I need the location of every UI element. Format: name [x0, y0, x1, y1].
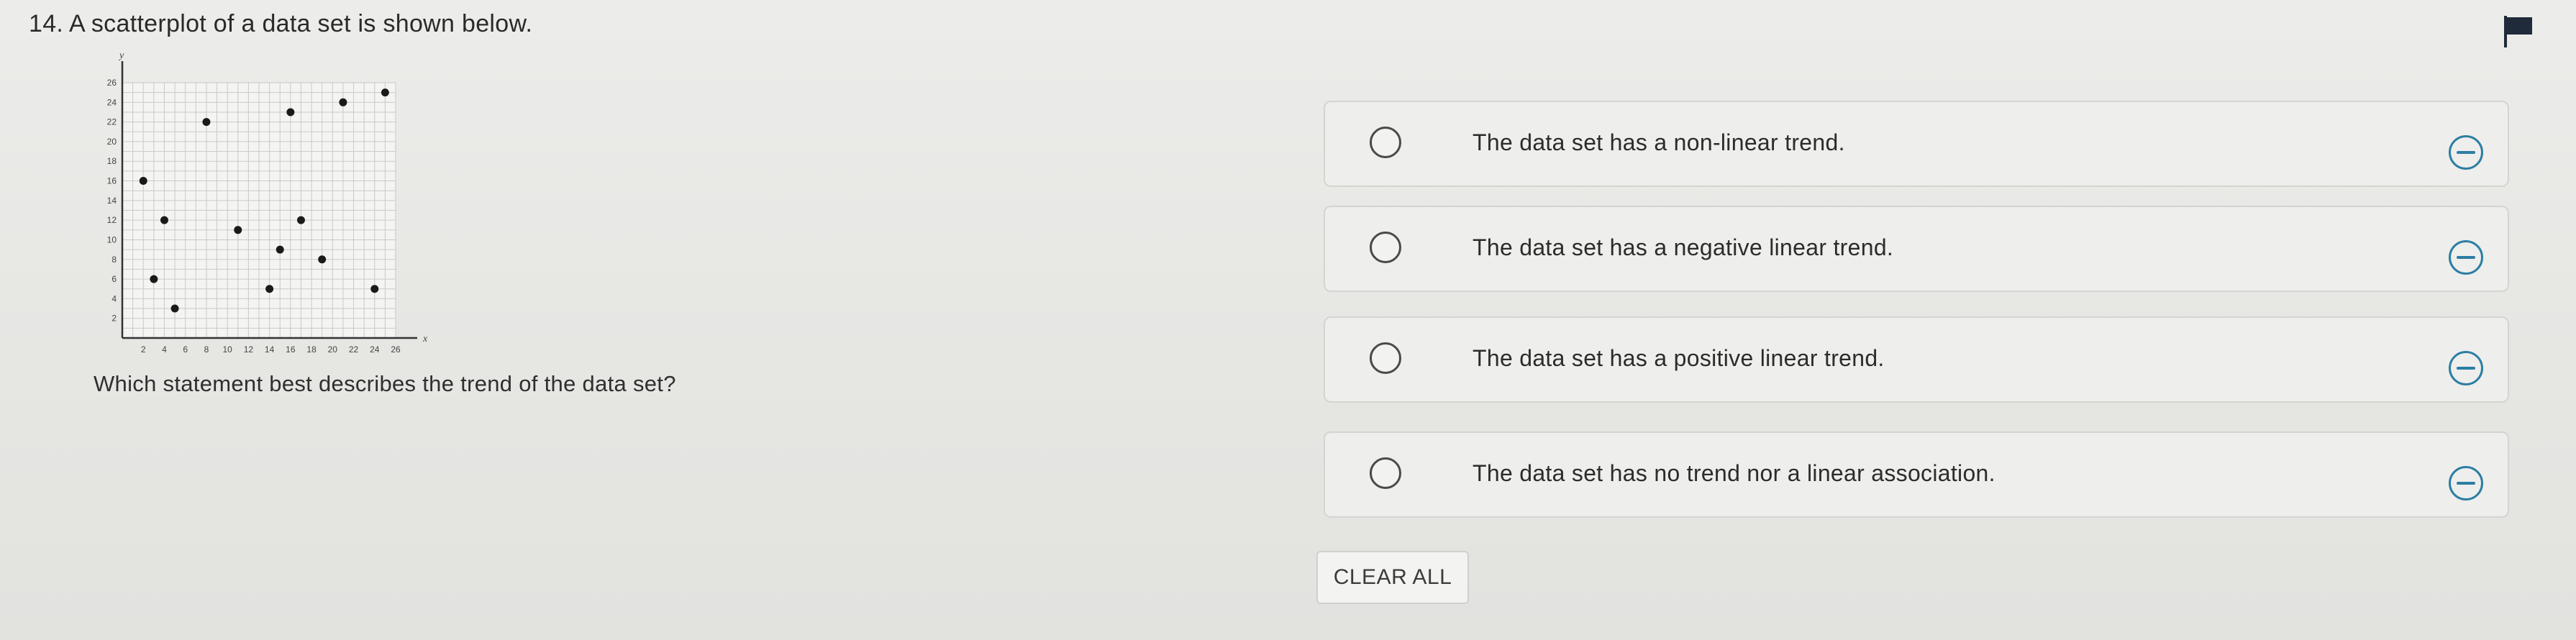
- x-tick-label: 14: [265, 344, 275, 355]
- x-tick-label: 26: [391, 344, 401, 355]
- data-point: [276, 245, 284, 254]
- y-tick-label: 26: [107, 78, 117, 88]
- x-tick-label: 20: [328, 344, 338, 355]
- scatterplot: 2 4 6 8 10 12 14 16 18 20 22 24 26 2 4 6 8 10 12 14 16 18 20 22…: [58, 50, 432, 360]
- x-axis-label: x: [422, 334, 428, 344]
- y-tick-label: 14: [107, 196, 117, 206]
- x-tick-label: 24: [370, 344, 380, 355]
- scatterplot-svg: 2 4 6 8 10 12 14 16 18 20 22 24 26246810121416182022…: [107, 50, 428, 355]
- y-tick-label: 12: [107, 215, 117, 225]
- choice-label: The data set has a non-linear trend.: [1473, 129, 1845, 155]
- data-point: [296, 216, 305, 224]
- choice-label: The data set has a positive linear trend…: [1473, 345, 1885, 371]
- data-point: [202, 118, 211, 127]
- y-tick-label: 6: [111, 274, 117, 284]
- y-tick-label: 2: [111, 314, 117, 324]
- radio-icon[interactable]: [1370, 127, 1401, 158]
- x-tick-label: 2: [141, 344, 146, 355]
- choice-label: The data set has a negative linear trend…: [1473, 234, 1894, 260]
- eliminate-icon[interactable]: [2449, 240, 2483, 275]
- data-point: [170, 304, 179, 313]
- radio-icon[interactable]: [1370, 457, 1401, 489]
- data-point: [370, 285, 379, 293]
- clear-all-button[interactable]: CLEAR ALL: [1316, 551, 1469, 604]
- x-tick-label: 4: [162, 344, 167, 355]
- x-tick-label: 12: [244, 344, 254, 355]
- choice-label: The data set has no trend nor a linear a…: [1473, 460, 1995, 486]
- x-tick-label: 18: [306, 344, 317, 355]
- choice-positive-linear[interactable]: The data set has a positive linear trend…: [1324, 316, 2509, 403]
- data-point: [139, 177, 147, 186]
- y-tick-label: 24: [107, 97, 117, 107]
- x-tick-label: 10: [222, 344, 232, 355]
- x-tick-label: 16: [286, 344, 296, 355]
- y-tick-label: 10: [107, 234, 117, 244]
- data-point: [234, 226, 242, 234]
- flag-icon[interactable]: [2502, 14, 2535, 49]
- data-point: [150, 275, 158, 283]
- data-point: [160, 216, 168, 224]
- y-tick-label: 16: [107, 176, 117, 186]
- y-tick-label: 22: [107, 117, 117, 127]
- choice-non-linear[interactable]: The data set has a non-linear trend.: [1324, 101, 2509, 187]
- x-tick-label: 22: [349, 344, 359, 355]
- data-point: [286, 108, 295, 116]
- eliminate-icon[interactable]: [2449, 351, 2483, 385]
- y-tick-label: 4: [111, 293, 117, 303]
- eliminate-icon[interactable]: [2449, 135, 2483, 170]
- choice-negative-linear[interactable]: The data set has a negative linear trend…: [1324, 206, 2509, 292]
- question-prompt: Which statement best describes the trend…: [94, 371, 676, 396]
- data-point: [265, 285, 274, 293]
- eliminate-icon[interactable]: [2449, 466, 2483, 500]
- data-point: [339, 98, 347, 106]
- y-tick-label: 18: [107, 156, 117, 166]
- radio-icon[interactable]: [1370, 342, 1401, 374]
- y-axis-label: y: [118, 50, 124, 61]
- y-tick-label: 20: [107, 137, 117, 147]
- x-tick-label: 8: [204, 344, 209, 355]
- y-tick-label: 8: [111, 255, 117, 265]
- radio-icon[interactable]: [1370, 232, 1401, 263]
- data-point: [381, 88, 389, 97]
- question-title: 14. A scatterplot of a data set is shown…: [29, 10, 533, 37]
- data-point: [318, 255, 327, 264]
- choice-no-trend[interactable]: The data set has no trend nor a linear a…: [1324, 431, 2509, 518]
- x-tick-label: 6: [183, 344, 188, 355]
